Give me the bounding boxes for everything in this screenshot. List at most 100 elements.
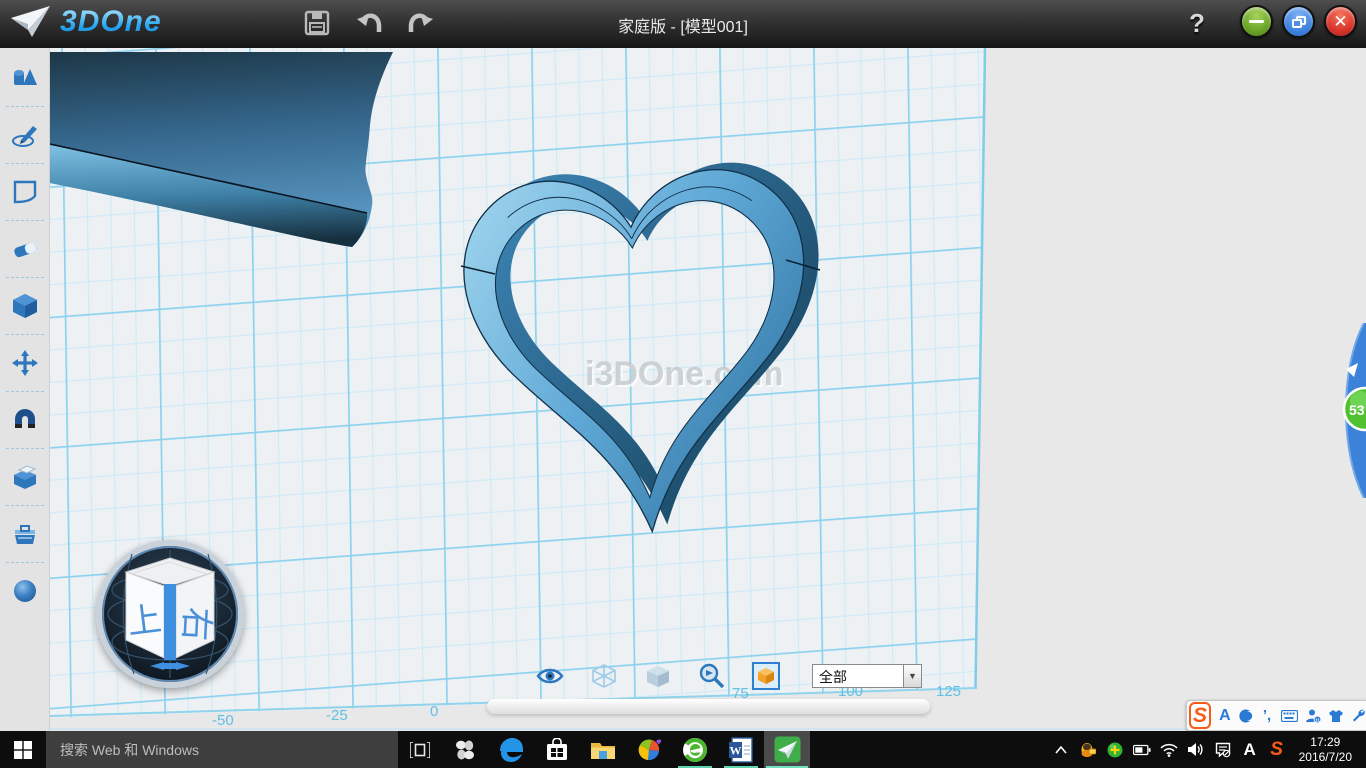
undo-button[interactable]: [352, 6, 386, 40]
taskbar-clock[interactable]: 17:29 2016/7/20: [1295, 735, 1360, 765]
shaded-view-button[interactable]: [644, 662, 672, 690]
minimize-button[interactable]: [1240, 5, 1273, 38]
windows-taskbar: W: [0, 731, 1366, 768]
battery-icon[interactable]: [1133, 740, 1151, 760]
combine-icon: [11, 464, 39, 490]
wifi-icon[interactable]: [1160, 740, 1178, 760]
taskbar-app-360browser[interactable]: [626, 731, 672, 768]
punctuation-icon[interactable]: ’,: [1260, 706, 1274, 726]
input-method-letter[interactable]: A: [1241, 740, 1259, 760]
document-title: 家庭版 - [模型001]: [618, 13, 748, 37]
start-button[interactable]: [0, 731, 46, 768]
view-cube[interactable]: 上 右: [96, 540, 244, 688]
material-sphere-icon: [11, 577, 39, 605]
selection-filter-dropdown[interactable]: 全部 ▼: [812, 664, 922, 688]
sidebar-item-toolbox[interactable]: [2, 512, 48, 556]
visibility-button[interactable]: [536, 662, 564, 690]
taskbar-app-store[interactable]: [534, 731, 580, 768]
community-flyout[interactable]: 53: [1334, 323, 1366, 498]
sidebar-item-material[interactable]: [2, 569, 48, 613]
taskbar-app-word[interactable]: W: [718, 731, 764, 768]
taskbar-app-3done[interactable]: [764, 731, 810, 768]
sidebar-separator: [6, 220, 44, 221]
sidebar-item-move[interactable]: [2, 341, 48, 385]
sidebar-item-solid[interactable]: [2, 284, 48, 328]
sidebar-item-eraser[interactable]: [2, 227, 48, 271]
app-logo: 3DOne: [10, 4, 162, 40]
save-button[interactable]: [300, 6, 334, 40]
model-heart[interactable]: [350, 101, 945, 628]
sogou-logo-icon[interactable]: S: [1189, 702, 1211, 729]
visibility-eye-icon: [536, 666, 564, 686]
fullwidth-moon-icon[interactable]: [1239, 706, 1253, 726]
selection-filter-button[interactable]: [752, 662, 780, 690]
action-center-icon[interactable]: [1214, 740, 1232, 760]
eraser-icon: [11, 237, 39, 261]
zoom-button[interactable]: [698, 662, 726, 690]
svg-text:W: W: [730, 743, 742, 757]
sidebar-item-sketch-plane[interactable]: [2, 170, 48, 214]
app-name: 3DOne: [60, 5, 162, 39]
sidebar-separator: [6, 334, 44, 335]
3done-app-icon: [774, 736, 801, 763]
taskbar-app-green-browser[interactable]: [672, 731, 718, 768]
axis-label: -25: [326, 707, 348, 724]
redo-button[interactable]: [404, 6, 438, 40]
skin-tshirt-icon[interactable]: [1328, 706, 1344, 726]
sketch-pen-icon: [11, 122, 39, 148]
sogou-language-bar: S A ’, 11: [1186, 700, 1366, 731]
help-button[interactable]: ?: [1182, 6, 1212, 40]
community-badge-count: 53: [1349, 402, 1365, 418]
view-cube-right-label: 右: [176, 606, 216, 642]
taskbar-app-edge[interactable]: [488, 731, 534, 768]
shaded-cube-icon: [645, 663, 671, 689]
sogou-tray-icon[interactable]: S: [1268, 740, 1286, 760]
volume-icon[interactable]: [1187, 740, 1205, 760]
flyout-canvas: 53: [1334, 323, 1366, 498]
scene-canvas: -50 -25 0 25 75 100 125 i3DOne.com i3DOn…: [50, 48, 1366, 731]
selection-highlight-icon: [755, 665, 777, 687]
tool-sidebar: [0, 48, 50, 731]
settings-wrench-icon[interactable]: [1351, 706, 1366, 726]
sidebar-item-primitives[interactable]: [2, 56, 48, 100]
view-cube-canvas: 上 右: [102, 546, 238, 682]
windows-logo-icon: [14, 741, 32, 759]
sidebar-separator: [6, 562, 44, 563]
search-input[interactable]: [46, 731, 398, 768]
sidebar-separator: [6, 448, 44, 449]
clock-time: 17:29: [1299, 735, 1352, 750]
move-arrows-icon: [11, 349, 39, 377]
sidebar-separator: [6, 505, 44, 506]
view-cube-top-label: 上: [125, 600, 163, 642]
solid-cube-icon: [11, 292, 39, 320]
filter-value: 全部: [812, 664, 904, 688]
svg-text:11: 11: [1315, 717, 1320, 722]
tray-expand-chevron[interactable]: [1052, 740, 1070, 760]
status-pill: [487, 699, 930, 714]
axis-label: 125: [936, 683, 961, 700]
minimize-icon: [1249, 20, 1264, 23]
close-button[interactable]: ✕: [1324, 5, 1357, 38]
sidebar-item-combine[interactable]: [2, 455, 48, 499]
task-view-button[interactable]: [398, 731, 442, 768]
messenger-tray-icon[interactable]: [1079, 740, 1097, 760]
restore-button[interactable]: [1282, 5, 1315, 38]
sidebar-item-magnet[interactable]: [2, 398, 48, 442]
wireframe-button[interactable]: [590, 662, 618, 690]
sidebar-item-sketch[interactable]: [2, 113, 48, 157]
undo-icon: [355, 10, 383, 36]
axis-label: 0: [430, 703, 438, 720]
colorful-pinwheel-icon: [636, 737, 662, 763]
chinese-english-toggle[interactable]: A: [1218, 706, 1232, 726]
view-cube-edge-highlight: [164, 584, 176, 660]
taskbar-app-explorer[interactable]: [580, 731, 626, 768]
soft-keyboard-icon[interactable]: [1281, 706, 1298, 726]
sidebar-separator: [6, 391, 44, 392]
save-icon: [304, 10, 330, 36]
viewport-3d[interactable]: -50 -25 0 25 75 100 125 i3DOne.com i3DOn…: [50, 48, 1366, 731]
sidebar-separator: [6, 106, 44, 107]
taskbar-app-pinwheel[interactable]: [442, 731, 488, 768]
titlebar: 3DOne: [0, 0, 1366, 48]
antivirus-tray-icon[interactable]: [1106, 740, 1124, 760]
account-icon[interactable]: 11: [1305, 706, 1321, 726]
